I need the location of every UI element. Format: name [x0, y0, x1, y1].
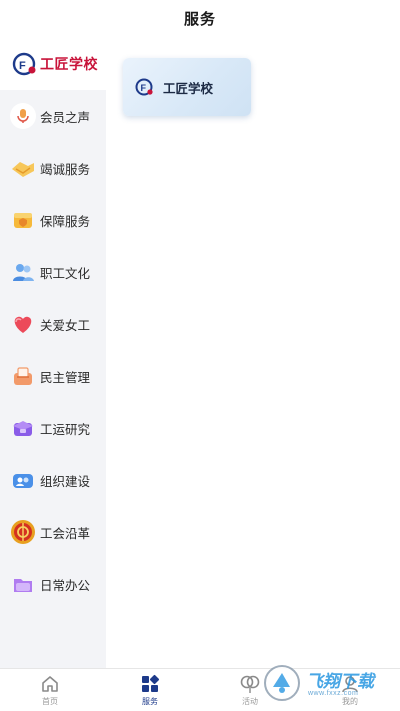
- sidebar-item-label: 工运研究: [40, 422, 91, 437]
- sidebar-item-label: 竭诚服务: [40, 162, 91, 177]
- home-icon: [39, 673, 61, 695]
- svg-text:F: F: [141, 83, 147, 93]
- microphone-icon: [10, 103, 36, 129]
- user-icon: [339, 673, 361, 695]
- bottom-tab-bar: 首页 服务 活动 我的: [0, 668, 400, 711]
- sidebar-item-label: 民主管理: [40, 370, 91, 385]
- balloon-icon: [239, 673, 261, 695]
- tab-mine[interactable]: 我的: [300, 669, 400, 711]
- shield-box-icon: [10, 207, 36, 233]
- sidebar-item-member-voice[interactable]: 会员之声: [0, 90, 106, 142]
- tab-label: 首页: [42, 697, 58, 706]
- sidebar-item-craftsman-school[interactable]: F 工匠学校: [0, 38, 106, 90]
- sidebar-item-label: 会员之声: [40, 110, 91, 125]
- craftsman-school-logo-icon: F: [10, 49, 40, 79]
- sidebar-item-label: 工会沿革: [40, 526, 91, 541]
- tab-service[interactable]: 服务: [100, 669, 200, 711]
- people-icon: [10, 259, 36, 285]
- handshake-icon: [10, 155, 36, 181]
- sidebar-item-union-history[interactable]: 工会沿革: [0, 506, 106, 558]
- sidebar-item-labor-movement-research[interactable]: 工运研究: [0, 402, 106, 454]
- sidebar-item-label: 组织建设: [40, 474, 91, 489]
- sidebar-item-guarantee-service[interactable]: 保障服务: [0, 194, 106, 246]
- tab-activity[interactable]: 活动: [200, 669, 300, 711]
- top-header: 服务: [0, 0, 400, 36]
- sidebar-item-organization-building[interactable]: 组织建设: [0, 454, 106, 506]
- sidebar-item-label: 职工文化: [40, 266, 91, 281]
- service-content: F 工匠学校: [106, 38, 400, 668]
- card-label: 工匠学校: [163, 81, 214, 96]
- sidebar-item-staff-culture[interactable]: 职工文化: [0, 246, 106, 298]
- craftsman-school-card[interactable]: F 工匠学校: [123, 58, 251, 116]
- graduation-cap-icon: [10, 415, 36, 441]
- sidebar-item-label: 关爱女工: [40, 318, 91, 333]
- group-icon: [10, 467, 36, 493]
- tab-label: 活动: [242, 697, 258, 706]
- page-title: 服务: [183, 10, 216, 28]
- sidebar-item-daily-office[interactable]: 日常办公: [0, 558, 106, 610]
- folder-icon: [10, 571, 36, 597]
- heart-icon: [10, 311, 36, 337]
- sidebar-item-label: 日常办公: [40, 578, 91, 593]
- sidebar-item-care-female-workers[interactable]: 关爱女工: [0, 298, 106, 350]
- tab-label: 服务: [142, 697, 158, 706]
- sidebar-item-label: 保障服务: [40, 214, 91, 229]
- craftsman-school-logo-icon: F: [135, 77, 155, 97]
- svg-text:F: F: [19, 60, 26, 72]
- sidebar: F 工匠学校 会员之声 竭诚服务 保障服务 职工文化 关爱女工 民主管理 工运研…: [0, 38, 106, 668]
- sidebar-item-dedicated-service[interactable]: 竭诚服务: [0, 142, 106, 194]
- tab-label: 我的: [342, 697, 358, 706]
- sidebar-item-democratic-management[interactable]: 民主管理: [0, 350, 106, 402]
- sidebar-item-label: 工匠学校: [40, 56, 98, 72]
- union-emblem-icon: [10, 519, 36, 545]
- tab-home[interactable]: 首页: [0, 669, 100, 711]
- grid-icon: [139, 673, 161, 695]
- ballot-icon: [10, 363, 36, 389]
